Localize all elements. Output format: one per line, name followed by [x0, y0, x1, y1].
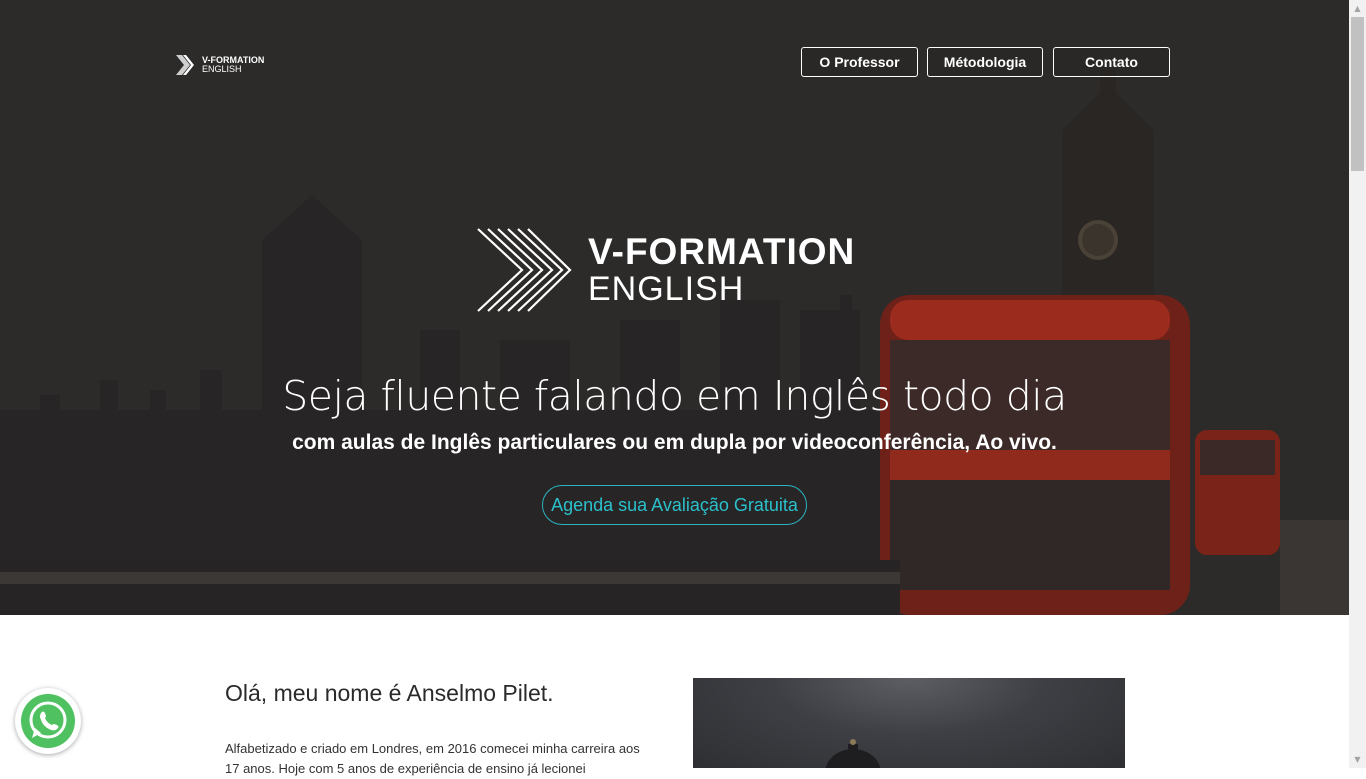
about-text: Alfabetizado e criado em Londres, em 201…: [225, 741, 640, 776]
page-scrollbar[interactable]: ▲ ▼: [1349, 0, 1366, 768]
free-evaluation-button[interactable]: Agenda sua Avaliação Gratuita: [542, 485, 807, 525]
whatsapp-button[interactable]: [15, 688, 81, 754]
hero-logo-line2: ENGLISH: [588, 270, 745, 308]
whatsapp-icon: [21, 694, 75, 748]
chevron-stripes-logo-icon: [477, 228, 572, 312]
scrollbar-thumb[interactable]: [1351, 17, 1364, 171]
header-logo[interactable]: V-FORMATION ENGLISH: [176, 55, 264, 75]
header-logo-line2: ENGLISH: [202, 64, 242, 74]
hero-logo: V-FORMATION ENGLISH: [476, 227, 855, 313]
dome-silhouette-icon: [825, 739, 881, 768]
chevron-stripes-logo-icon: [176, 55, 194, 75]
about-image: [693, 678, 1125, 768]
nav-professor-button[interactable]: O Professor: [801, 47, 918, 77]
nav-metodologia-button[interactable]: Métodologia: [927, 47, 1043, 77]
scroll-down-arrow-icon[interactable]: ▼: [1349, 751, 1366, 768]
hero-headline: Seja fluente falando em Inglês todo dia: [282, 372, 1067, 420]
nav-contato-button[interactable]: Contato: [1053, 47, 1170, 77]
about-title: Olá, meu nome é Anselmo Pilet.: [225, 680, 554, 706]
hero-logo-line1: V-FORMATION: [588, 231, 856, 272]
hero-subline: com aulas de Inglês particulares ou em d…: [292, 431, 1057, 454]
scroll-up-arrow-icon[interactable]: ▲: [1349, 0, 1366, 17]
hero-section: V-FORMATION ENGLISH O Professor Métodolo…: [0, 0, 1349, 615]
